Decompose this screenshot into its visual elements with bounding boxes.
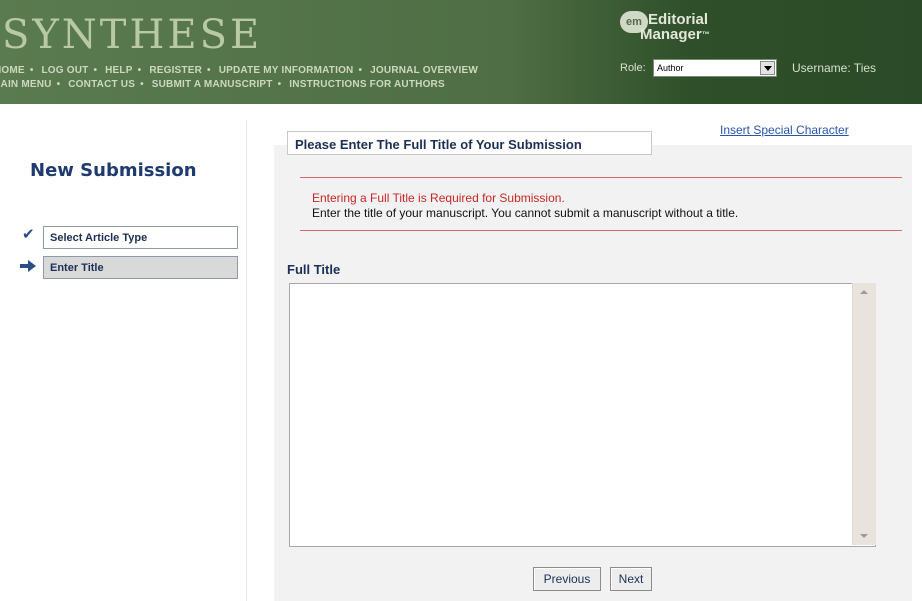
info-message: Enter the title of your manuscript. You …: [312, 206, 739, 220]
role-select-value: Author: [657, 63, 684, 73]
page-title: New Submission: [30, 160, 197, 181]
nav-contact-us[interactable]: CONTACT US: [68, 79, 135, 90]
panel-title: Please Enter The Full Title of Your Subm…: [287, 131, 652, 155]
em-line-2-wrap: Manager™: [640, 27, 710, 42]
message-divider-bottom: [300, 230, 902, 231]
nav-main-menu[interactable]: MAIN MENU: [0, 79, 52, 90]
header-banner: SYNTHESE HOME• LOG OUT• HELP• REGISTER• …: [0, 0, 922, 104]
chevron-down-icon[interactable]: [760, 61, 775, 75]
nav-row-2: MAIN MENU• CONTACT US• SUBMIT A MANUSCRI…: [0, 79, 445, 90]
insert-special-character-link[interactable]: Insert Special Character: [720, 123, 849, 137]
registered-mark: ™: [701, 30, 710, 39]
step-select-article-type[interactable]: Select Article Type: [43, 226, 238, 249]
username-display: Username: Ties: [792, 61, 877, 75]
sidebar-divider: [246, 120, 247, 601]
em-line-2: Manager: [640, 26, 702, 43]
role-select[interactable]: Author: [653, 59, 777, 77]
nav-home[interactable]: HOME: [0, 65, 25, 76]
previous-button[interactable]: Previous: [533, 567, 601, 591]
nav-row-1: HOME• LOG OUT• HELP• REGISTER• UPDATE MY…: [0, 65, 478, 76]
nav-update-my-information[interactable]: UPDATE MY INFORMATION: [219, 65, 354, 76]
message-divider-top: [300, 177, 902, 178]
journal-logo[interactable]: SYNTHESE: [2, 12, 262, 58]
em-line-1: Editorial: [648, 11, 709, 28]
nav-journal-overview[interactable]: JOURNAL OVERVIEW: [370, 65, 478, 76]
nav-submit-a-manuscript[interactable]: SUBMIT A MANUSCRIPT: [152, 79, 273, 90]
error-message: Entering a Full Title is Required for Su…: [312, 191, 565, 205]
step-enter-title[interactable]: Enter Title: [43, 256, 238, 279]
editorial-manager-logo-text: Editorial Manager™: [640, 12, 710, 42]
nav-instructions-for-authors[interactable]: INSTRUCTIONS FOR AUTHORS: [289, 79, 445, 90]
check-icon: ✔: [22, 225, 35, 243]
nav-log-out[interactable]: LOG OUT: [42, 65, 89, 76]
full-title-label: Full Title: [287, 262, 341, 277]
arrow-right-icon: [20, 257, 36, 276]
next-button[interactable]: Next: [610, 567, 652, 591]
full-title-textarea[interactable]: [289, 283, 876, 547]
nav-register[interactable]: REGISTER: [149, 65, 202, 76]
role-label: Role:: [620, 62, 646, 74]
nav-help[interactable]: HELP: [105, 65, 132, 76]
